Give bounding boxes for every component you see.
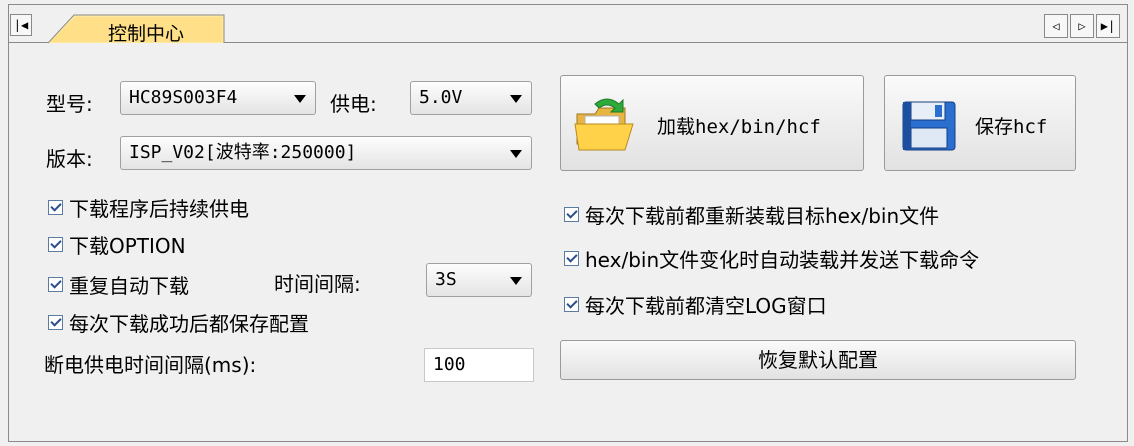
version-label: 版本:	[46, 147, 93, 171]
checkbox-label: 每次下载成功后都保存配置	[69, 312, 309, 336]
tab-control-center[interactable]: 控制中心	[48, 14, 228, 45]
chevron-down-icon	[510, 150, 522, 158]
checkbox-repeat-download[interactable]: 重复自动下载	[48, 270, 189, 299]
prev-tab-button[interactable]: ◁	[1044, 14, 1068, 38]
checkbox-checked-icon	[48, 315, 63, 330]
last-tab-button[interactable]: ▶|	[1096, 14, 1120, 38]
checkbox-label: hex/bin文件变化时自动装载并发送下载命令	[585, 248, 980, 272]
model-select[interactable]: HC89S003F4	[120, 81, 316, 115]
load-file-button[interactable]: 加载hex/bin/hcf	[560, 75, 864, 171]
interval-select[interactable]: 3S	[426, 263, 532, 297]
restore-defaults-button[interactable]: 恢复默认配置	[560, 340, 1076, 380]
checkbox-clear-log[interactable]: 每次下载前都清空LOG窗口	[564, 290, 827, 319]
checkbox-label: 每次下载前都重新装载目标hex/bin文件	[585, 204, 940, 228]
power-select[interactable]: 5.0V	[410, 81, 532, 115]
floppy-disk-icon	[902, 101, 956, 151]
checkbox-checked-icon	[564, 297, 579, 312]
first-tab-button[interactable]: |◀	[10, 14, 32, 36]
tab-label: 控制中心	[108, 23, 185, 45]
interval-value: 3S	[435, 269, 457, 290]
version-value: ISP_V02[波特率:250000]	[129, 142, 357, 163]
save-config-button[interactable]: 保存hcf	[884, 75, 1076, 171]
folder-open-icon	[574, 98, 634, 151]
power-value: 5.0V	[419, 87, 463, 108]
checkbox-checked-icon	[564, 207, 579, 222]
checkbox-auto-load-on-change[interactable]: hex/bin文件变化时自动装载并发送下载命令	[564, 244, 979, 273]
power-label: 供电:	[330, 92, 377, 116]
checkbox-reload-before-download[interactable]: 每次下载前都重新装载目标hex/bin文件	[564, 200, 939, 229]
load-button-label: 加载hex/bin/hcf	[657, 116, 821, 138]
chevron-down-icon	[510, 95, 522, 103]
checkbox-save-config-after-download[interactable]: 每次下载成功后都保存配置	[48, 308, 309, 337]
power-off-interval-label: 断电供电时间间隔(ms):	[44, 353, 257, 377]
checkbox-checked-icon	[564, 251, 579, 266]
checkbox-checked-icon	[48, 200, 63, 215]
checkbox-keep-power[interactable]: 下载程序后持续供电	[48, 193, 249, 222]
tab-nav-group: ◁ ▷ ▶|	[1044, 14, 1120, 38]
checkbox-download-option[interactable]: 下载OPTION	[48, 230, 186, 259]
tab-strip: |◀ 控制中心 ◁ ▷ ▶|	[8, 4, 1128, 45]
chevron-down-icon	[294, 95, 306, 103]
interval-label: 时间间隔:	[274, 272, 361, 296]
power-off-interval-input[interactable]: 100	[424, 348, 534, 382]
save-button-label: 保存hcf	[975, 116, 1048, 138]
power-off-interval-value: 100	[433, 354, 466, 375]
model-label: 型号:	[46, 92, 93, 116]
next-tab-button[interactable]: ▷	[1070, 14, 1094, 38]
version-select[interactable]: ISP_V02[波特率:250000]	[120, 136, 532, 170]
checkbox-checked-icon	[48, 277, 63, 292]
checkbox-label: 下载程序后持续供电	[69, 197, 249, 221]
checkbox-checked-icon	[48, 237, 63, 252]
chevron-down-icon	[510, 277, 522, 285]
checkbox-label: 重复自动下载	[69, 274, 189, 298]
model-value: HC89S003F4	[129, 87, 238, 108]
checkbox-label: 下载OPTION	[69, 234, 186, 258]
checkbox-label: 每次下载前都清空LOG窗口	[585, 294, 827, 318]
